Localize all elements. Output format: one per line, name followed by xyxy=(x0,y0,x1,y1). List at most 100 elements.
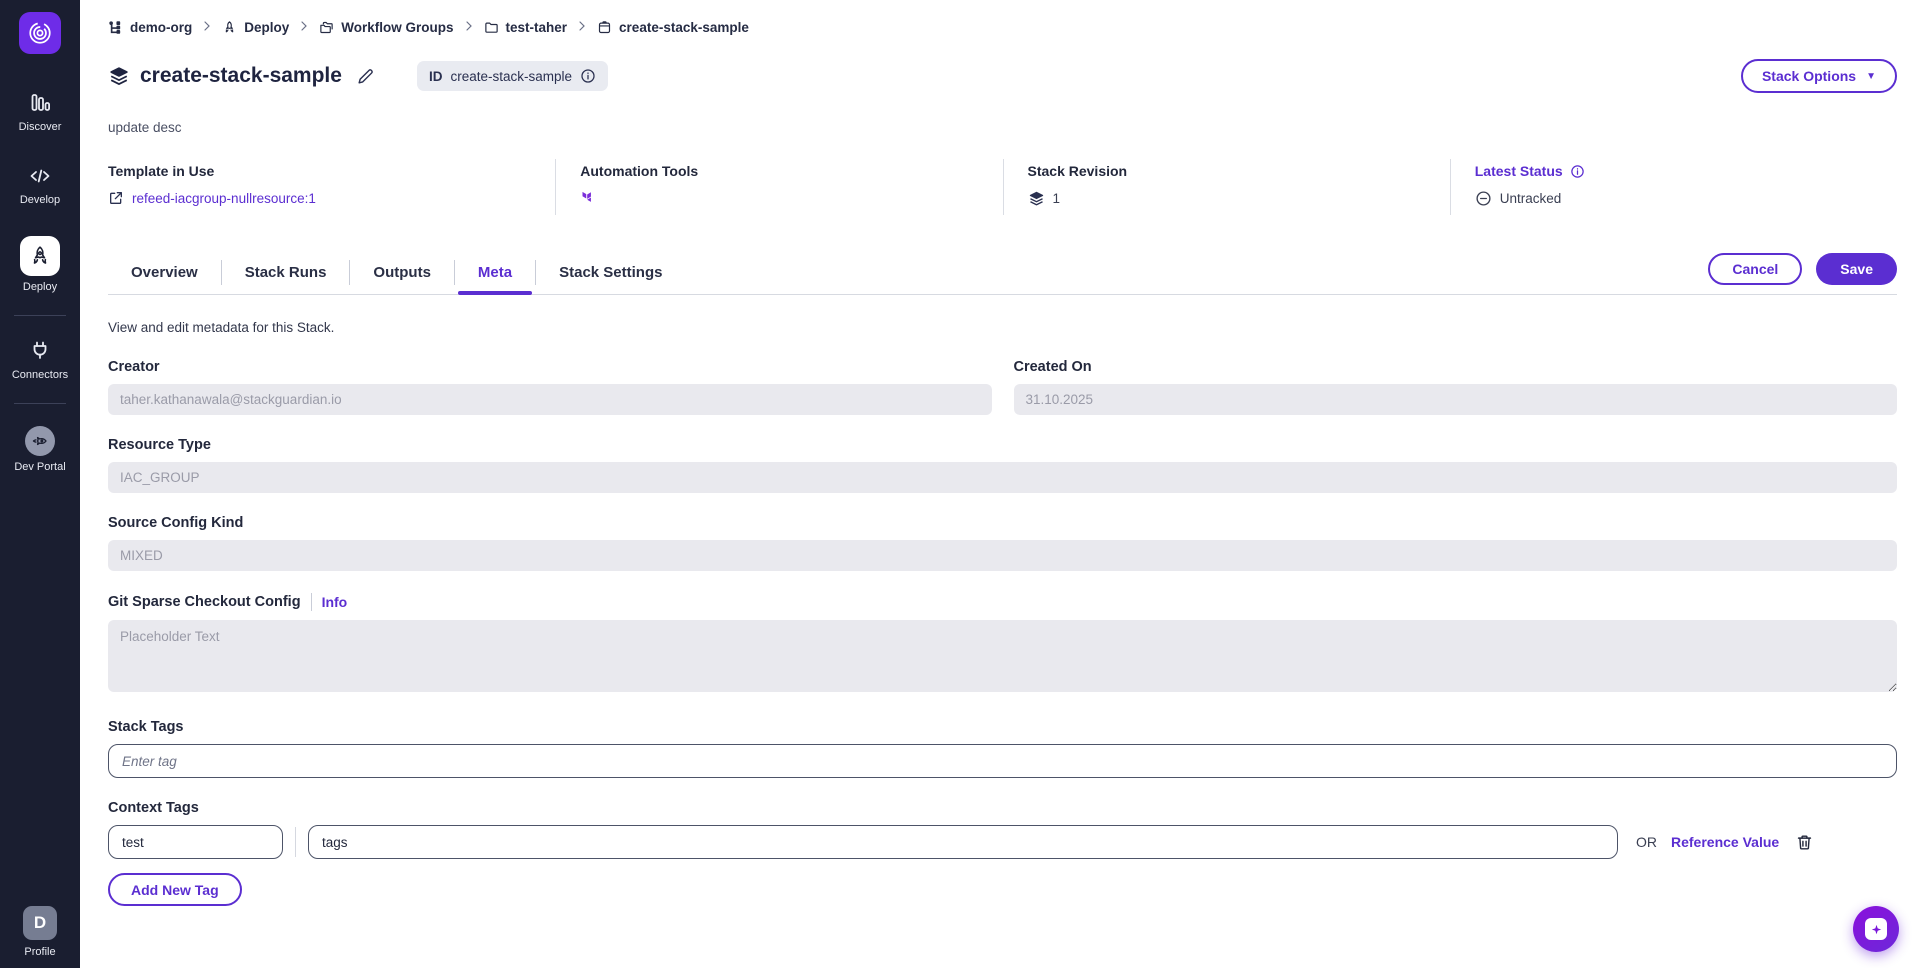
context-tags-field: Context Tags OR Reference Value Add xyxy=(108,800,1897,906)
minus-circle-icon xyxy=(1475,190,1492,207)
git-sparse-info-link[interactable]: Info xyxy=(322,594,348,610)
latest-status-value: Untracked xyxy=(1500,191,1562,206)
save-button[interactable]: Save xyxy=(1816,253,1897,285)
sidebar-item-label: Dev Portal xyxy=(14,461,65,473)
automation-tool-icon[interactable] xyxy=(580,190,595,205)
sidebar-item-label: Discover xyxy=(19,121,62,133)
breadcrumb-label: demo-org xyxy=(130,20,192,35)
resource-type-input xyxy=(108,462,1897,493)
sidebar-item-label: Develop xyxy=(20,194,60,206)
resource-type-field: Resource Type xyxy=(108,437,1897,493)
reference-value-link[interactable]: Reference Value xyxy=(1671,834,1779,850)
cancel-button[interactable]: Cancel xyxy=(1708,253,1802,285)
tab-outputs[interactable]: Outputs xyxy=(350,258,454,294)
stack-info-bar: Template in Use refeed-iacgroup-nullreso… xyxy=(108,159,1897,215)
sidebar-item-profile[interactable]: D Profile xyxy=(23,906,57,958)
breadcrumb-item-workflow-group[interactable]: test-taher xyxy=(484,20,568,35)
layers-icon xyxy=(108,65,130,87)
chevron-right-icon xyxy=(201,20,213,35)
source-config-kind-input xyxy=(108,540,1897,571)
template-link[interactable]: refeed-iacgroup-nullresource:1 xyxy=(132,191,316,206)
sidebar-item-discover[interactable]: Discover xyxy=(0,90,80,133)
app-logo[interactable] xyxy=(19,12,61,54)
stack-revision-value: 1 xyxy=(1053,191,1061,206)
context-tags-label: Context Tags xyxy=(108,800,1897,816)
delete-tag-button[interactable] xyxy=(1795,833,1814,852)
main-content: demo-org Deploy Workflow Groups xyxy=(80,0,1920,968)
or-label: OR xyxy=(1636,834,1657,850)
breadcrumb-item-org[interactable]: demo-org xyxy=(108,20,192,35)
sidebar: Discover Develop Deploy xyxy=(0,0,80,968)
git-sparse-label: Git Sparse Checkout Config xyxy=(108,594,301,610)
breadcrumb-item-deploy[interactable]: Deploy xyxy=(222,20,289,35)
sidebar-item-develop[interactable]: Develop xyxy=(0,163,80,206)
id-badge-value: create-stack-sample xyxy=(450,69,572,84)
edit-title-icon[interactable] xyxy=(356,67,375,86)
assistant-fab-button[interactable] xyxy=(1853,906,1899,952)
chevron-down-icon: ▼ xyxy=(1866,71,1876,82)
stack-tags-field: Stack Tags xyxy=(108,719,1897,778)
context-tag-value-input[interactable] xyxy=(308,825,1618,859)
stack-revision-label: Stack Revision xyxy=(1028,163,1450,179)
page-header: create-stack-sample ID create-stack-samp… xyxy=(108,59,1897,93)
breadcrumb-item-workflow-groups[interactable]: Workflow Groups xyxy=(319,20,453,35)
breadcrumb-item-stack[interactable]: create-stack-sample xyxy=(597,20,749,35)
add-new-tag-button[interactable]: Add New Tag xyxy=(108,873,242,906)
stack-revision: Stack Revision 1 xyxy=(1003,159,1450,215)
sidebar-item-connectors[interactable]: Connectors xyxy=(0,338,80,381)
bar-chart-icon xyxy=(27,90,53,116)
external-link-icon xyxy=(108,190,124,206)
code-icon xyxy=(27,163,53,189)
chevron-right-icon xyxy=(576,20,588,35)
tab-overview[interactable]: Overview xyxy=(108,258,221,294)
breadcrumb-label: test-taher xyxy=(506,20,568,35)
stack-description: update desc xyxy=(108,120,1897,135)
plug-icon xyxy=(27,338,53,364)
rocket-icon xyxy=(222,20,237,35)
latest-status-text: Latest Status xyxy=(1475,163,1563,179)
template-in-use: Template in Use refeed-iacgroup-nullreso… xyxy=(108,159,555,215)
creator-input xyxy=(108,384,992,415)
breadcrumb-label: Workflow Groups xyxy=(341,20,453,35)
meta-intro-text: View and edit metadata for this Stack. xyxy=(108,320,1897,335)
chevron-right-icon xyxy=(463,20,475,35)
info-icon[interactable] xyxy=(1570,164,1585,179)
stack-options-button[interactable]: Stack Options ▼ xyxy=(1741,59,1897,93)
resource-type-label: Resource Type xyxy=(108,437,1897,453)
meta-form: Creator Created On Resource Type Source … xyxy=(108,359,1897,906)
sidebar-item-label: Deploy xyxy=(23,281,57,293)
creator-field: Creator xyxy=(108,359,992,415)
created-on-input xyxy=(1014,384,1898,415)
sidebar-item-label: Connectors xyxy=(12,369,68,381)
label-divider xyxy=(311,593,312,611)
created-on-field: Created On xyxy=(1014,359,1898,415)
git-sparse-textarea[interactable] xyxy=(108,620,1897,692)
breadcrumb-label: Deploy xyxy=(244,20,289,35)
sidebar-item-dev-portal[interactable]: Dev Portal xyxy=(0,426,80,473)
context-tag-divider xyxy=(295,827,296,857)
tab-meta[interactable]: Meta xyxy=(455,258,535,294)
tab-bar: Overview Stack Runs Outputs Meta Stack S… xyxy=(108,253,1897,295)
latest-status-label[interactable]: Latest Status xyxy=(1475,163,1897,179)
stack-tags-input[interactable] xyxy=(108,744,1897,778)
sidebar-divider xyxy=(14,403,66,404)
latest-status: Latest Status Untracked xyxy=(1450,159,1897,215)
chevron-right-icon xyxy=(298,20,310,35)
creator-label: Creator xyxy=(108,359,992,375)
tab-stack-settings[interactable]: Stack Settings xyxy=(536,258,685,294)
source-config-kind-label: Source Config Kind xyxy=(108,515,1897,531)
context-tag-key-input[interactable] xyxy=(108,825,283,859)
sidebar-item-deploy[interactable]: Deploy xyxy=(0,236,80,293)
id-badge-prefix: ID xyxy=(429,69,443,84)
stack-options-label: Stack Options xyxy=(1762,68,1856,84)
folder-icon xyxy=(484,20,499,35)
stack-tags-label: Stack Tags xyxy=(108,719,1897,735)
sparkle-icon xyxy=(1865,918,1887,940)
dev-portal-rocket-icon xyxy=(25,426,55,456)
rocket-icon xyxy=(20,236,60,276)
tab-stack-runs[interactable]: Stack Runs xyxy=(222,258,350,294)
info-icon[interactable] xyxy=(580,68,596,84)
source-config-kind-field: Source Config Kind xyxy=(108,515,1897,571)
sidebar-item-label: Profile xyxy=(24,946,55,958)
layers-icon xyxy=(1028,190,1045,207)
